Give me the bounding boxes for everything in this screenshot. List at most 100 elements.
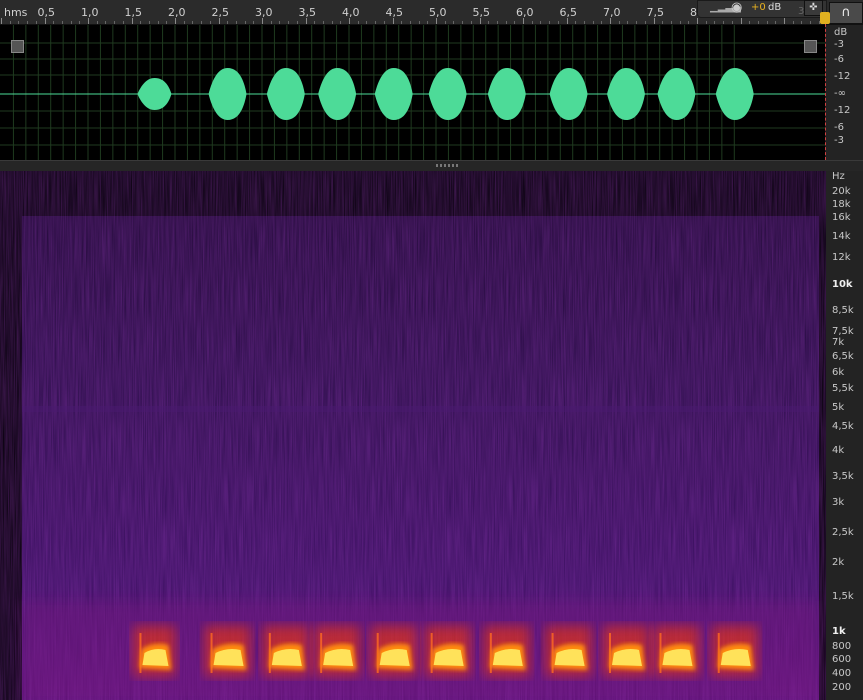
ruler-mark xyxy=(723,21,725,24)
waveform-burst xyxy=(657,68,696,120)
hz-label: 16k xyxy=(832,212,851,223)
ruler-mark xyxy=(418,21,420,24)
db-label: -12 xyxy=(834,71,851,82)
ruler-mark xyxy=(79,21,81,24)
hz-label: 400 xyxy=(832,668,852,679)
ruler-mark xyxy=(749,21,751,24)
waveform-burst xyxy=(374,68,413,120)
ruler-mark xyxy=(166,21,168,24)
ruler-tick-label: 5,0 xyxy=(429,6,447,19)
hz-label: 6,5k xyxy=(832,351,854,362)
ruler-mark xyxy=(105,21,107,24)
ruler-mark xyxy=(496,21,498,24)
hz-label: 200 xyxy=(832,682,852,693)
ruler-mark xyxy=(810,21,812,24)
hz-label: 14k xyxy=(832,231,851,242)
ruler-mark xyxy=(183,21,185,24)
hz-label: 2,5k xyxy=(832,527,854,538)
headphones-icon[interactable]: ∩ xyxy=(829,2,863,24)
volume-value[interactable]: +0 xyxy=(751,2,766,13)
spectro-burst xyxy=(204,626,251,676)
ruler-tick-label: 1,5 xyxy=(124,6,143,19)
ruler-mark xyxy=(479,18,481,24)
ruler-mark xyxy=(531,21,533,24)
ruler-mark xyxy=(340,21,342,24)
ruler-mark xyxy=(401,21,403,24)
ruler-tick-label: 0,5 xyxy=(37,6,56,19)
ruler-mark xyxy=(705,21,707,24)
ruler-mark xyxy=(383,21,385,24)
ruler-mark xyxy=(148,21,150,24)
ruler-mark xyxy=(505,21,507,24)
zoom-out-icon[interactable] xyxy=(804,40,817,53)
ruler-mark xyxy=(235,21,237,24)
ruler-mark xyxy=(523,18,524,24)
ruler-mark xyxy=(697,18,698,24)
spectro-burst xyxy=(545,626,592,676)
waveform-panel[interactable] xyxy=(0,25,825,160)
ruler-mark xyxy=(314,21,316,24)
ruler-mark xyxy=(592,21,594,24)
hz-label: 600 xyxy=(832,654,852,665)
hz-label: 7k xyxy=(832,337,845,348)
hz-label: 4,5k xyxy=(832,421,854,432)
ruler-mark xyxy=(96,21,98,24)
ruler-mark xyxy=(270,21,272,24)
ruler-mark xyxy=(662,21,664,24)
ruler-mark xyxy=(349,18,350,24)
hz-label: 20k xyxy=(832,186,851,197)
spectro-burst xyxy=(653,626,700,676)
spectrogram-panel[interactable] xyxy=(0,171,826,700)
ruler-mark xyxy=(279,21,281,24)
hz-scale[interactable]: Hz 20k 18k 16k 14k 12k 10k 8,5k 7,5k 7k 6,5k 6k 5,5… xyxy=(826,171,863,700)
ruler-tick-label: 4,5 xyxy=(385,6,404,19)
ruler-mark xyxy=(375,21,377,24)
spectro-burst xyxy=(711,626,758,676)
ruler-tick-label: 7,0 xyxy=(603,6,621,19)
ruler-mark xyxy=(262,18,263,24)
waveform-burst xyxy=(137,78,172,110)
ruler-mark xyxy=(557,21,559,24)
ruler-mark xyxy=(670,21,672,24)
volume-knob-icon[interactable]: ◉ xyxy=(731,0,742,15)
hz-label: 800 xyxy=(832,641,852,652)
zoom-in-icon[interactable] xyxy=(11,40,24,53)
ruler-mark xyxy=(688,21,690,24)
ruler-mark xyxy=(540,21,542,24)
ruler-mark xyxy=(140,21,142,24)
hz-label: 7,5k xyxy=(832,326,854,337)
waveform-burst xyxy=(487,68,526,120)
ruler-mark xyxy=(357,21,359,24)
spectro-burst xyxy=(483,626,530,676)
ruler-mark xyxy=(227,21,229,24)
volume-unit: dB xyxy=(768,2,782,13)
ruler-mark xyxy=(61,21,63,24)
ruler-mark xyxy=(201,21,203,24)
ruler-tick-label: 2,5 xyxy=(211,6,230,19)
ruler-mark xyxy=(462,21,464,24)
splitter-grip[interactable] xyxy=(436,164,460,167)
ruler-tick-label: 6,0 xyxy=(516,6,534,19)
hz-label: 3k xyxy=(832,497,845,508)
db-label: -3 xyxy=(834,135,844,146)
db-unit: dB xyxy=(834,27,848,38)
spectro-burst xyxy=(603,626,649,676)
ruler-mark xyxy=(209,21,211,24)
hz-label: 4k xyxy=(832,445,845,456)
hz-label: 10k xyxy=(832,279,853,290)
ruler-mark xyxy=(618,21,620,24)
hz-label: 1k xyxy=(832,626,846,637)
waveform-burst xyxy=(607,68,645,120)
hz-unit: Hz xyxy=(832,171,845,182)
ruler-mark xyxy=(583,21,585,24)
ruler-mark xyxy=(53,21,55,24)
ruler-unit: hms xyxy=(4,6,28,19)
hz-label: 5,5k xyxy=(832,383,854,394)
db-label: -3 xyxy=(834,39,844,50)
db-scale[interactable]: dB -3 -6 -12 -∞ -12 -6 -3 xyxy=(826,25,863,160)
ruler-tick-label: 7,5 xyxy=(646,6,665,19)
ruler-mark xyxy=(1,18,2,24)
ruler-mark xyxy=(601,21,603,24)
ruler-mark xyxy=(70,21,72,24)
playhead-marker[interactable] xyxy=(820,12,830,24)
